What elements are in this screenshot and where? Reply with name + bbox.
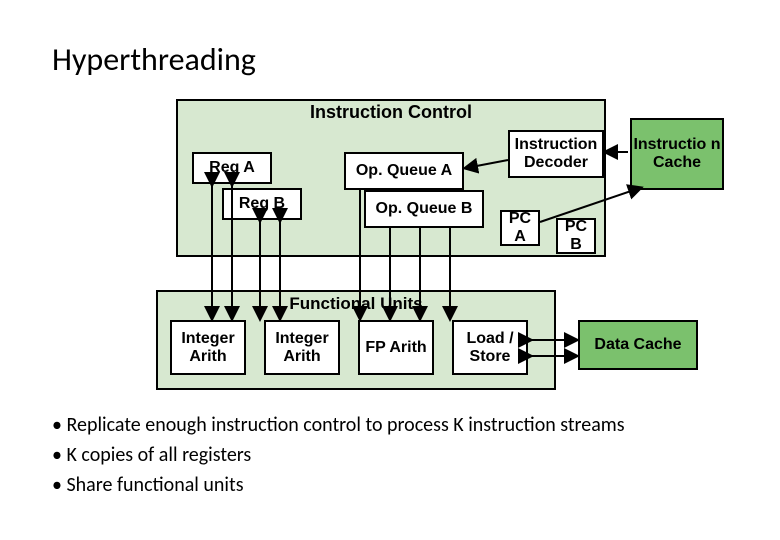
bullet-item: • K copies of all registers <box>52 440 625 470</box>
op-queue-a-box: Op. Queue A <box>344 152 464 190</box>
fu-integer-arith-1: Integer Arith <box>170 320 246 375</box>
pc-b-box: PC B <box>556 218 596 254</box>
functional-units-title: Functional Units <box>156 294 556 314</box>
op-queue-b-box: Op. Queue B <box>364 190 484 228</box>
instruction-control-title: Instruction Control <box>176 102 606 123</box>
reg-a-box: Reg A <box>192 152 272 184</box>
reg-b-box: Reg B <box>222 188 302 220</box>
bullet-item: • Share functional units <box>52 470 625 500</box>
fu-integer-arith-2: Integer Arith <box>264 320 340 375</box>
pc-a-box: PC A <box>500 210 540 246</box>
bullet-list: • Replicate enough instruction control t… <box>52 410 625 500</box>
fu-fp-arith: FP Arith <box>358 320 434 375</box>
instruction-cache-box: Instructio n Cache <box>630 118 724 190</box>
data-cache-box: Data Cache <box>578 320 698 370</box>
bullet-item: • Replicate enough instruction control t… <box>52 410 625 440</box>
fu-load-store: Load / Store <box>452 320 528 375</box>
slide-title: Hyperthreading <box>52 40 256 79</box>
instruction-decoder-box: Instruction Decoder <box>508 130 604 178</box>
